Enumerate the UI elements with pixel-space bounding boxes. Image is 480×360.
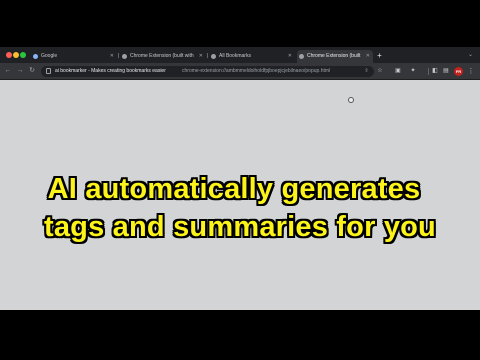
tab-label: Chrome Extension (built bbox=[307, 53, 361, 59]
close-tab-icon[interactable]: ✕ bbox=[199, 50, 203, 63]
page-favicon-icon bbox=[122, 54, 127, 59]
tab-label: Chrome Extension (built with bbox=[130, 53, 194, 59]
browser-toolbar: ← → ↻ ai bookmarker - Makes creating boo… bbox=[0, 63, 480, 80]
video-caption-line-1: AI automatically generates bbox=[47, 173, 421, 205]
video-caption-line-2: tags and summaries for you bbox=[44, 211, 436, 243]
tab-all-bookmarks[interactable]: All Bookmarks ✕ bbox=[209, 50, 295, 63]
tab-strip: Google ✕ Chrome Extension (built with ✕ … bbox=[0, 47, 480, 63]
tab-separator bbox=[207, 53, 208, 58]
back-arrow-icon[interactable]: ← bbox=[3, 66, 13, 76]
tab-search-chevron-icon[interactable]: ⌄ bbox=[466, 51, 475, 60]
page-url[interactable]: chrome-extension://ambmmeldoiholdfpjboep… bbox=[182, 66, 362, 77]
tab-chrome-extension-active[interactable]: Chrome Extension (built ✕ bbox=[297, 50, 373, 63]
tab-separator bbox=[118, 53, 119, 58]
tab-chrome-extension[interactable]: Chrome Extension (built with ✕ bbox=[120, 50, 206, 63]
loading-cursor-icon bbox=[348, 97, 354, 103]
maximize-window-button[interactable] bbox=[20, 52, 26, 58]
close-tab-icon[interactable]: ✕ bbox=[110, 50, 114, 63]
google-favicon-icon bbox=[33, 54, 38, 59]
bookmark-star-icon[interactable]: ☆ bbox=[376, 67, 384, 75]
tab-google[interactable]: Google ✕ bbox=[31, 50, 117, 63]
extension-puzzle-icon[interactable]: ✦ bbox=[409, 67, 417, 75]
close-window-button[interactable] bbox=[6, 52, 12, 58]
profile-avatar[interactable]: FR bbox=[454, 67, 463, 76]
close-tab-icon[interactable]: ✕ bbox=[366, 50, 370, 63]
forward-arrow-icon[interactable]: → bbox=[15, 66, 25, 76]
media-icon[interactable]: ◧ bbox=[431, 67, 439, 75]
bookmarks-favicon-icon bbox=[211, 54, 216, 59]
tab-label: Google bbox=[41, 53, 58, 59]
new-tab-button[interactable]: + bbox=[375, 51, 384, 60]
reload-icon[interactable]: ↻ bbox=[27, 66, 37, 76]
video-letterbox-bottom bbox=[0, 310, 480, 360]
toolbar-separator bbox=[428, 68, 429, 75]
more-menu-icon[interactable]: ⋮ bbox=[467, 67, 475, 76]
page-title: ai bookmarker - Makes creating bookmarks… bbox=[55, 68, 166, 74]
address-bar[interactable]: ai bookmarker - Makes creating bookmarks… bbox=[41, 66, 374, 77]
extension-page-icon bbox=[46, 68, 51, 74]
extension-square-icon[interactable]: ▣ bbox=[394, 67, 402, 75]
minimize-window-button[interactable] bbox=[13, 52, 19, 58]
video-letterbox-top bbox=[0, 0, 480, 47]
share-icon[interactable]: ⇪ bbox=[363, 68, 370, 75]
close-tab-icon[interactable]: ✕ bbox=[288, 50, 292, 63]
page-favicon-icon bbox=[299, 54, 304, 59]
tab-label: All Bookmarks bbox=[219, 53, 251, 59]
side-panel-icon[interactable]: ▤ bbox=[442, 67, 450, 75]
